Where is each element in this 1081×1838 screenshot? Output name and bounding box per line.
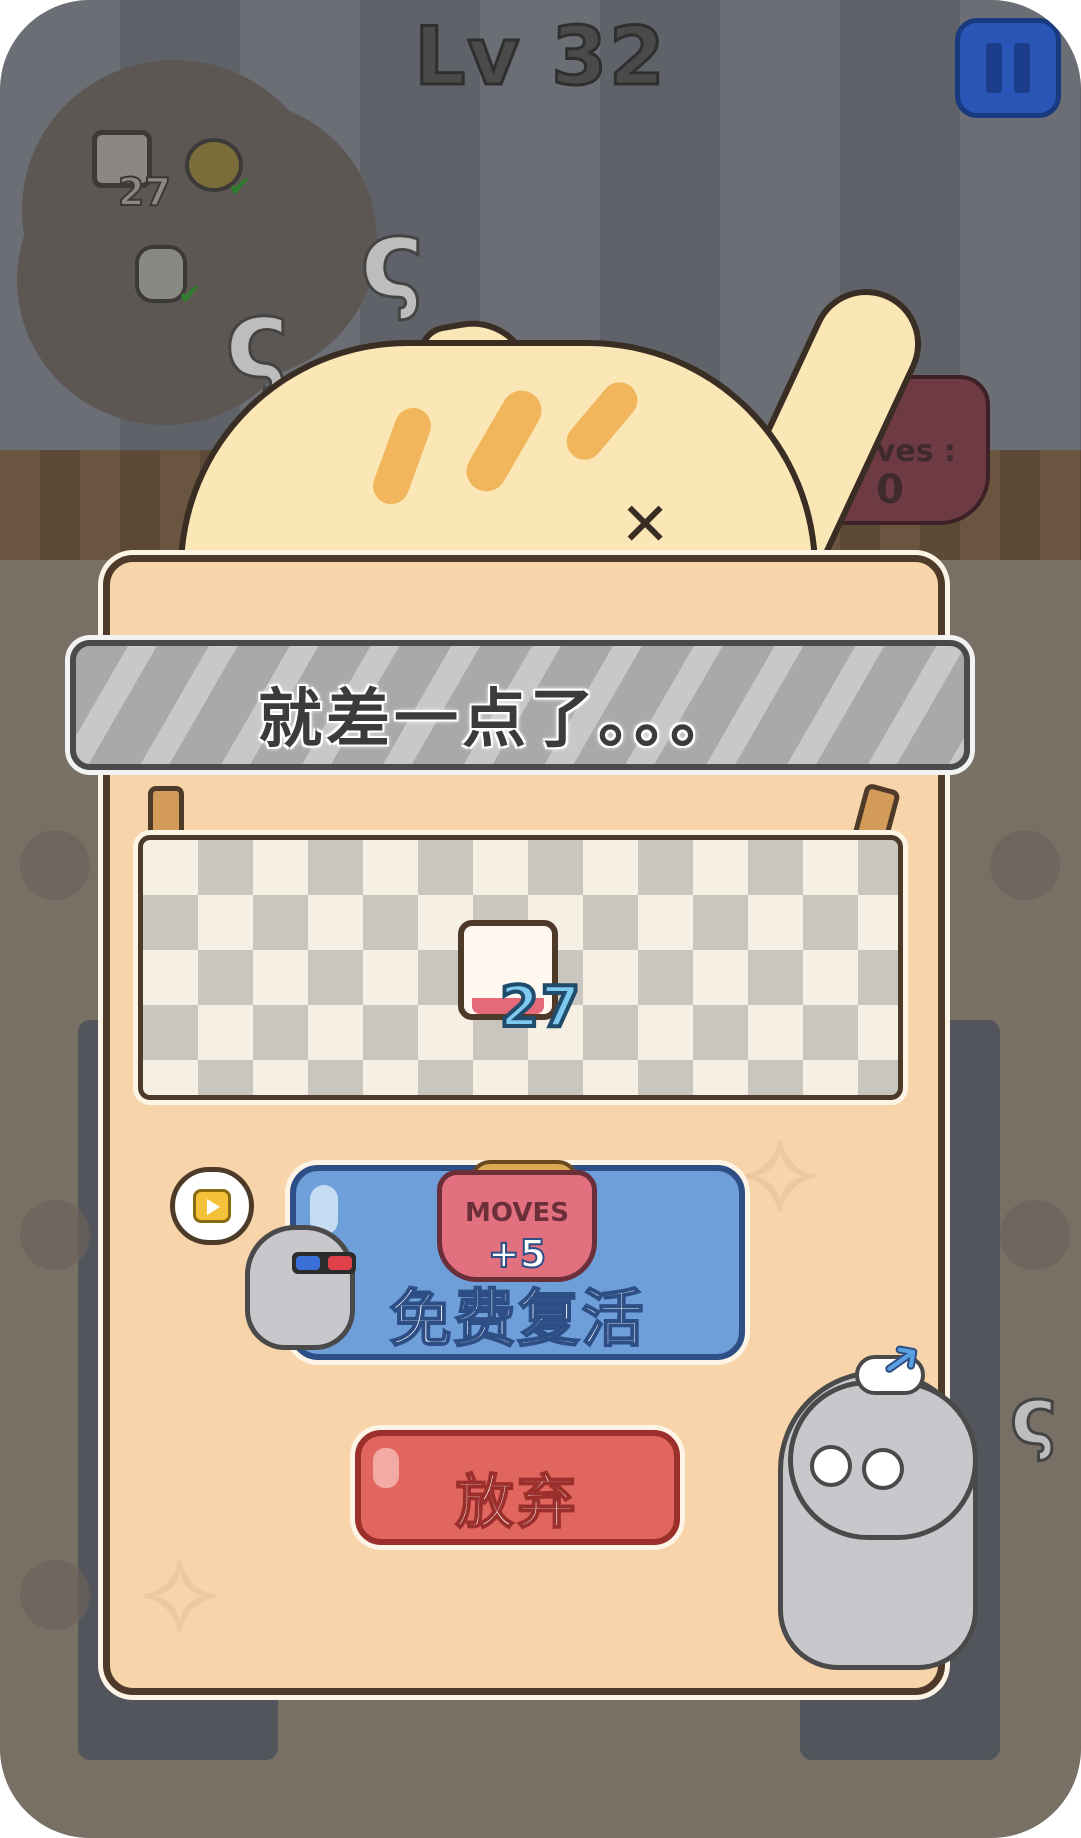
pause-icon [986,43,1002,93]
remaining-cup-count: 27 [498,973,582,1042]
paw-print-icon [20,1200,90,1270]
give-up-label[interactable]: 放弃 [355,1455,680,1539]
check-icon: ✔ [228,170,252,203]
game-screen: Lv 32 27 ✔ ✔ ς ς ς ς moves : 0 ✕ 就差一点了。。… [0,0,1081,1838]
free-revive-label[interactable]: 免费复活 [290,1268,745,1358]
fish-watermark-icon: ⟡ [140,1520,220,1659]
pause-button[interactable] [955,18,1061,118]
check-icon: ✔ [178,278,202,311]
cat-butt-mark: ✕ [620,490,671,560]
cat-eye [810,1445,852,1487]
swirl-icon: ς [358,194,426,325]
paw-print-icon [20,830,90,900]
bowl-moves-label: MOVES [465,1198,569,1228]
paw-print-icon [990,830,1060,900]
dialog-title: 就差一点了。。。 [258,683,738,757]
fish-watermark-icon: ⟡ [740,1100,820,1239]
paw-print-icon [1000,1200,1070,1270]
3d-glasses-icon [292,1252,356,1274]
paw-print-icon [20,1560,90,1630]
video-ad-bubble [170,1167,254,1245]
cat-eye [862,1448,904,1490]
swirl-icon: ς [1008,1369,1058,1465]
gray-cat-with-glasses [245,1225,355,1350]
video-play-icon [193,1189,231,1223]
goal-cup-count: 27 [117,169,172,215]
